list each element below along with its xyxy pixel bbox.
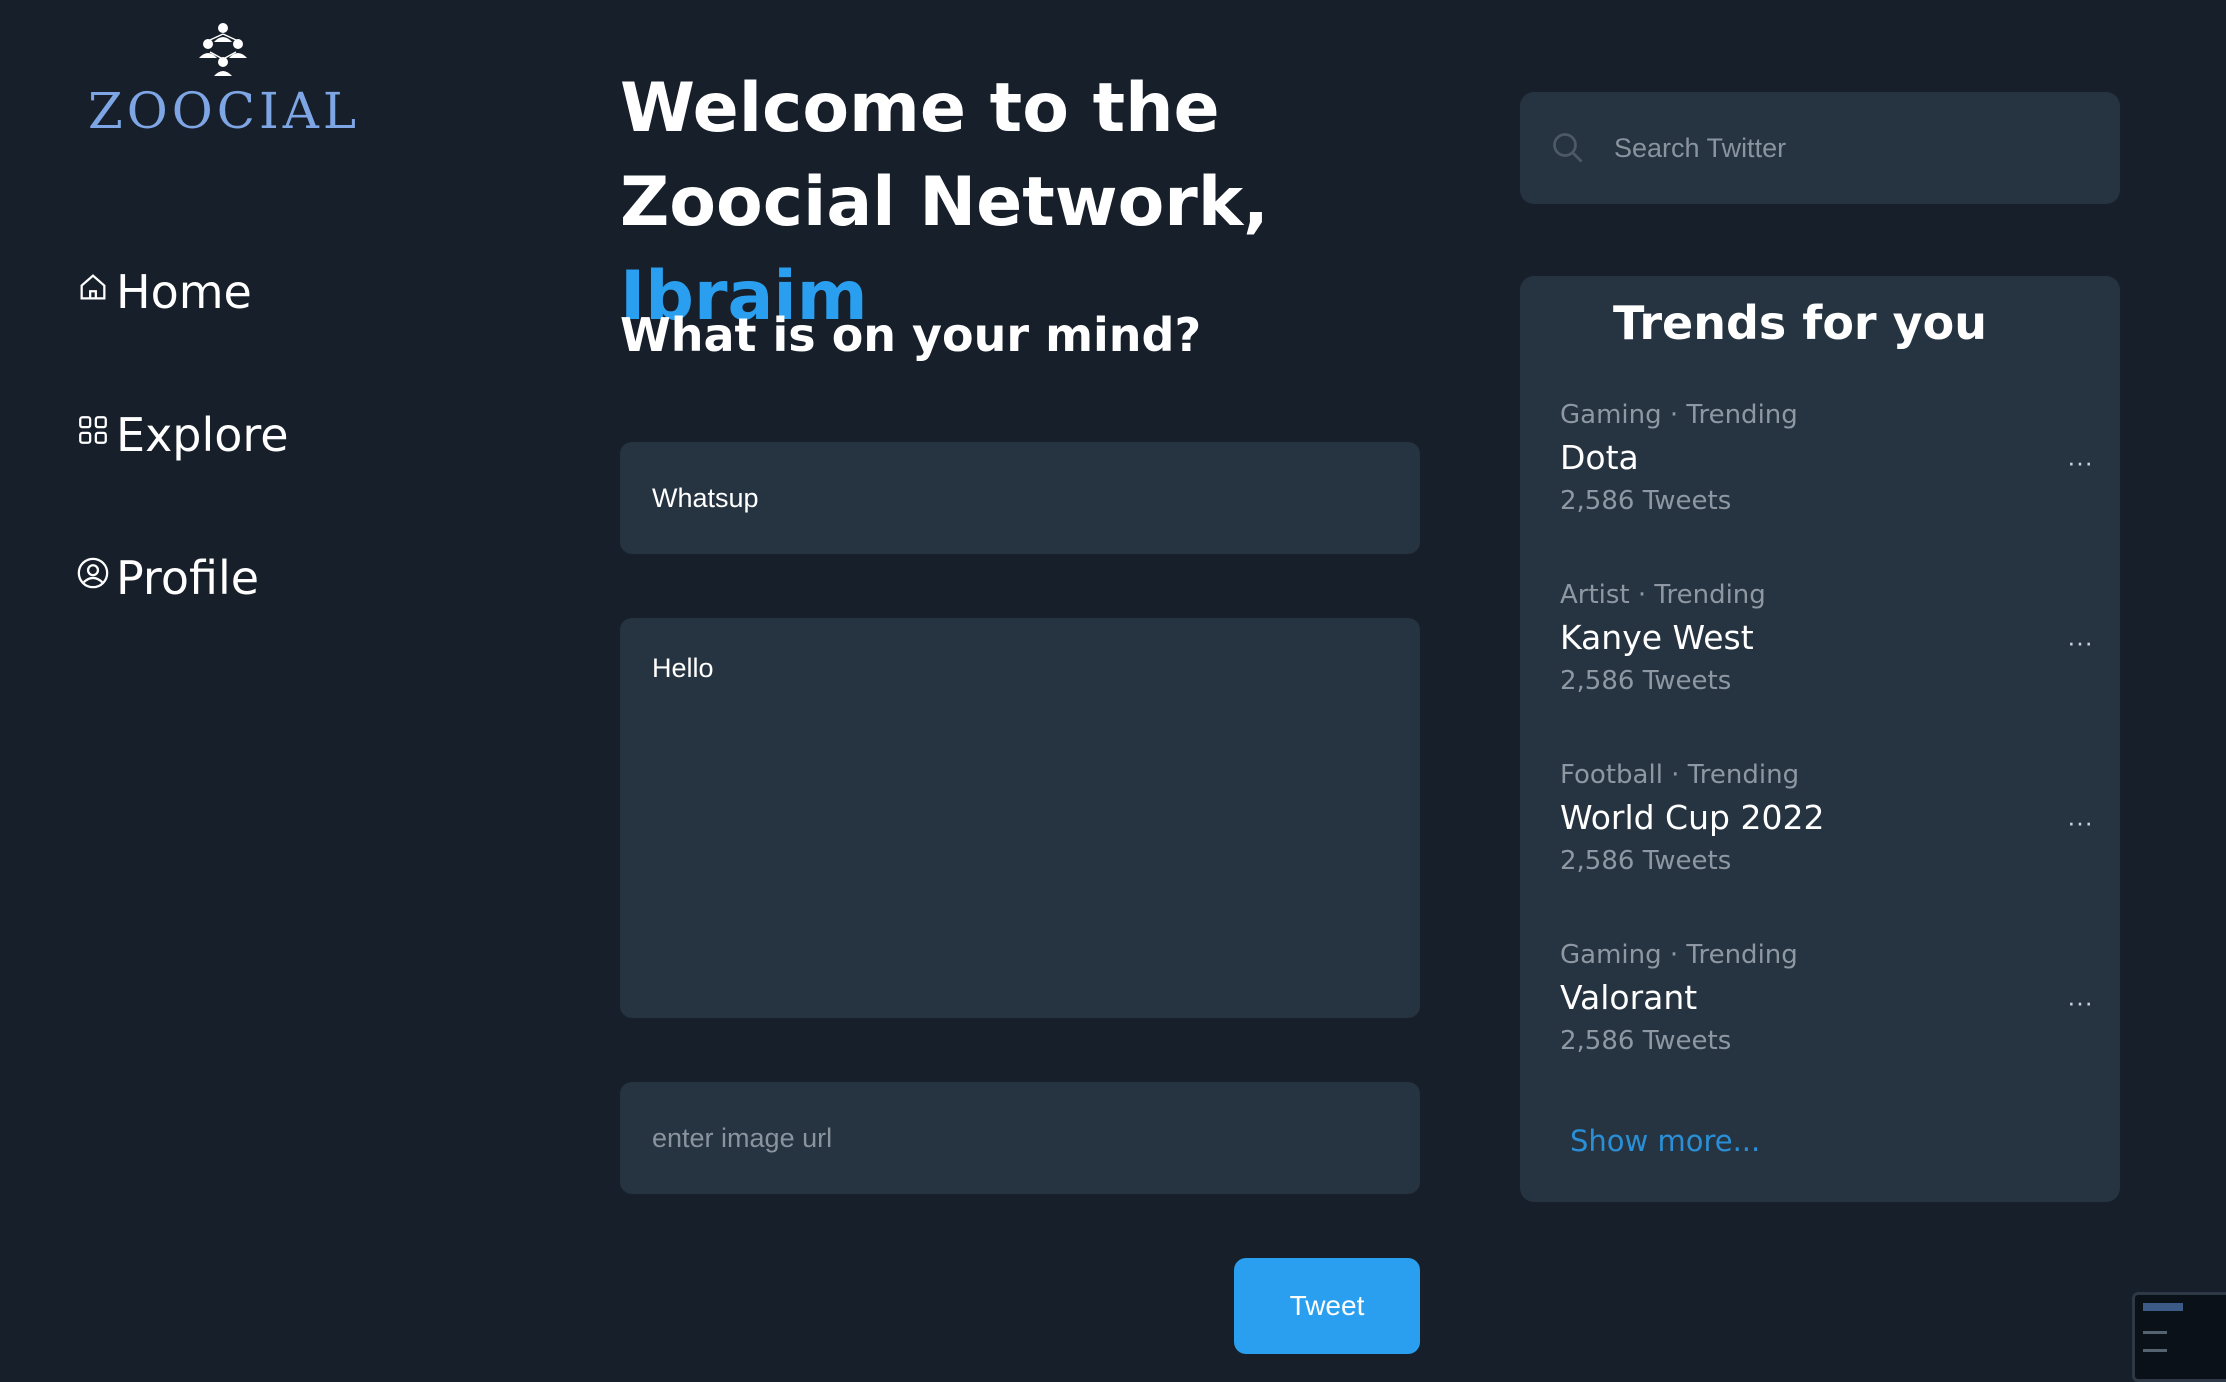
trend-meta: Football · Trending [1560, 760, 1800, 790]
more-horizontal-icon[interactable]: ··· [2060, 622, 2100, 662]
trend-item[interactable]: Football · Trending World Cup 2022 2,586… [1560, 760, 2100, 880]
more-horizontal-icon[interactable]: ··· [2060, 442, 2100, 482]
tweet-title-input[interactable] [620, 442, 1420, 554]
trend-item[interactable]: Gaming · Trending Dota 2,586 Tweets ··· [1560, 400, 2100, 520]
trends-title: Trends for you [1613, 296, 1987, 350]
trend-count: 2,586 Tweets [1560, 486, 1732, 516]
trend-count: 2,586 Tweets [1560, 666, 1732, 696]
search-input[interactable] [1612, 131, 2092, 165]
nav-profile[interactable]: Profile [76, 548, 259, 608]
trend-name: Kanye West [1560, 618, 1754, 657]
more-horizontal-icon[interactable]: ··· [2060, 982, 2100, 1022]
zoocial-logo[interactable]: ZOOCIAL [88, 22, 358, 152]
logo-text: ZOOCIAL [88, 82, 361, 140]
more-horizontal-icon[interactable]: ··· [2060, 802, 2100, 842]
nav-explore[interactable]: Explore [76, 405, 289, 465]
welcome-heading: Welcome to the Zoocial Network, Ibraim [620, 62, 1440, 344]
trend-meta: Gaming · Trending [1560, 400, 1798, 430]
trend-count: 2,586 Tweets [1560, 1026, 1732, 1056]
trend-name: World Cup 2022 [1560, 798, 1825, 837]
trend-item[interactable]: Gaming · Trending Valorant 2,586 Tweets … [1560, 940, 2100, 1060]
tweet-button[interactable]: Tweet [1234, 1258, 1420, 1354]
nav-home-label: Home [116, 265, 252, 319]
sidebar: ZOOCIAL Home Explore Profile [0, 0, 560, 1376]
grid-icon [79, 416, 107, 444]
search-bar[interactable] [1520, 92, 2120, 204]
thumbnail-line [2143, 1349, 2167, 1352]
welcome-text: Welcome to the Zoocial Network, [620, 69, 1269, 242]
trend-count: 2,586 Tweets [1560, 846, 1732, 876]
trends-panel: Trends for you Gaming · Trending Dota 2,… [1520, 276, 2120, 1202]
nav-profile-label: Profile [116, 551, 260, 605]
people-network-icon [199, 23, 247, 76]
user-circle-icon [77, 557, 109, 589]
compose-prompt: What is on your mind? [620, 308, 1202, 362]
home-icon [80, 274, 106, 300]
thumbnail-logo [2143, 1303, 2183, 1311]
search-icon [1553, 133, 1583, 163]
tweet-body-textarea[interactable]: Hello [620, 618, 1420, 1018]
window-thumbnail[interactable] [2132, 1292, 2226, 1382]
main-content: Welcome to the Zoocial Network, Ibraim W… [620, 0, 1420, 1376]
thumbnail-line [2143, 1331, 2167, 1334]
image-url-input[interactable] [620, 1082, 1420, 1194]
trend-name: Dota [1560, 438, 1639, 477]
show-more-link[interactable]: Show more... [1570, 1124, 1760, 1158]
trend-name: Valorant [1560, 978, 1698, 1017]
trend-item[interactable]: Artist · Trending Kanye West 2,586 Tweet… [1560, 580, 2100, 700]
nav-explore-label: Explore [116, 408, 289, 462]
trend-meta: Gaming · Trending [1560, 940, 1798, 970]
nav-home[interactable]: Home [76, 262, 252, 322]
trend-meta: Artist · Trending [1560, 580, 1766, 610]
